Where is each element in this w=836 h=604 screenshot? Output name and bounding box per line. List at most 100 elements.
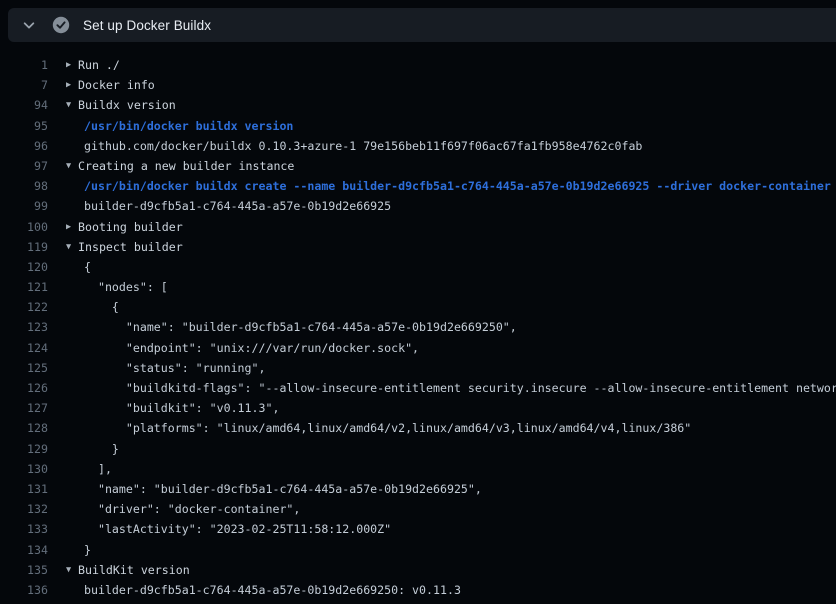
- line-number[interactable]: 131: [0, 479, 48, 499]
- log-line-text: Creating a new builder instance: [78, 156, 294, 176]
- log-line[interactable]: 96 github.com/docker/buildx 0.10.3+azure…: [0, 136, 836, 156]
- indent-spacer: [66, 277, 84, 297]
- line-number[interactable]: 94: [0, 95, 48, 115]
- line-number[interactable]: 7: [0, 75, 48, 95]
- indent-spacer: [66, 519, 84, 539]
- log-line[interactable]: 123 "name": "builder-d9cfb5a1-c764-445a-…: [0, 317, 836, 337]
- line-number[interactable]: 96: [0, 136, 48, 156]
- log-line-text: Inspect builder: [78, 237, 183, 257]
- log-line[interactable]: 99 builder-d9cfb5a1-c764-445a-a57e-0b19d…: [0, 196, 836, 216]
- line-number[interactable]: 123: [0, 317, 48, 337]
- group-toggle-icon[interactable]: ▼: [66, 156, 78, 176]
- log-line-text: github.com/docker/buildx 0.10.3+azure-1 …: [84, 136, 642, 156]
- log-line[interactable]: 121 "nodes": [: [0, 277, 836, 297]
- log-line-text: "lastActivity": "2023-02-25T11:58:12.000…: [84, 519, 391, 539]
- log-line-text: "status": "running",: [84, 358, 265, 378]
- indent-spacer: [66, 580, 84, 600]
- log-line[interactable]: 124 "endpoint": "unix:///var/run/docker.…: [0, 338, 836, 358]
- log-line[interactable]: 134 }: [0, 540, 836, 560]
- indent-spacer: [66, 398, 84, 418]
- line-number[interactable]: 136: [0, 580, 48, 600]
- log-line-text: builder-d9cfb5a1-c764-445a-a57e-0b19d2e6…: [84, 580, 461, 600]
- indent-spacer: [66, 176, 84, 196]
- log-line-text: "buildkitd-flags": "--allow-insecure-ent…: [84, 378, 836, 398]
- log-line-text: "name": "builder-d9cfb5a1-c764-445a-a57e…: [84, 479, 482, 499]
- line-number[interactable]: 132: [0, 499, 48, 519]
- log-line-text: Docker info: [78, 75, 155, 95]
- line-number[interactable]: 1: [0, 55, 48, 75]
- line-number[interactable]: 135: [0, 560, 48, 580]
- group-toggle-icon[interactable]: ▶: [66, 75, 78, 95]
- log-line[interactable]: 7 ▶ Docker info: [0, 75, 836, 95]
- line-number[interactable]: 129: [0, 439, 48, 459]
- log-line[interactable]: 131 "name": "builder-d9cfb5a1-c764-445a-…: [0, 479, 836, 499]
- line-number[interactable]: 119: [0, 237, 48, 257]
- line-number[interactable]: 134: [0, 540, 48, 560]
- log-line[interactable]: 125 "status": "running",: [0, 358, 836, 378]
- log-line[interactable]: 132 "driver": "docker-container",: [0, 499, 836, 519]
- line-number[interactable]: 97: [0, 156, 48, 176]
- log-line[interactable]: 122 {: [0, 297, 836, 317]
- log-line-text: {: [84, 257, 91, 277]
- log-line-text: "buildkit": "v0.11.3",: [84, 398, 279, 418]
- log-line-text: Buildx version: [78, 95, 176, 115]
- log-line[interactable]: 129 }: [0, 439, 836, 459]
- log-line[interactable]: 135 ▼ BuildKit version: [0, 560, 836, 580]
- step-header[interactable]: Set up Docker Buildx: [8, 8, 836, 42]
- line-number[interactable]: 100: [0, 217, 48, 237]
- log-line[interactable]: 126 "buildkitd-flags": "--allow-insecure…: [0, 378, 836, 398]
- line-number[interactable]: 126: [0, 378, 48, 398]
- indent-spacer: [66, 540, 84, 560]
- log-line[interactable]: 98 /usr/bin/docker buildx create --name …: [0, 176, 836, 196]
- line-number[interactable]: 95: [0, 116, 48, 136]
- log-line[interactable]: 136 builder-d9cfb5a1-c764-445a-a57e-0b19…: [0, 580, 836, 600]
- log-line[interactable]: 97 ▼ Creating a new builder instance: [0, 156, 836, 176]
- log-line[interactable]: 100 ▶ Booting builder: [0, 217, 836, 237]
- line-number[interactable]: 122: [0, 297, 48, 317]
- log-line-text: }: [84, 540, 91, 560]
- log-line-text: BuildKit version: [78, 560, 190, 580]
- indent-spacer: [66, 358, 84, 378]
- group-toggle-icon[interactable]: ▶: [66, 217, 78, 237]
- indent-spacer: [66, 136, 84, 156]
- line-number[interactable]: 124: [0, 338, 48, 358]
- log-line[interactable]: 119 ▼ Inspect builder: [0, 237, 836, 257]
- indent-spacer: [66, 418, 84, 438]
- group-toggle-icon[interactable]: ▼: [66, 237, 78, 257]
- group-toggle-icon[interactable]: ▼: [66, 560, 78, 580]
- group-toggle-icon[interactable]: ▶: [66, 55, 78, 75]
- line-number[interactable]: 133: [0, 519, 48, 539]
- log-line[interactable]: 120 {: [0, 257, 836, 277]
- indent-spacer: [66, 499, 84, 519]
- line-number[interactable]: 128: [0, 418, 48, 438]
- log-line[interactable]: 133 "lastActivity": "2023-02-25T11:58:12…: [0, 519, 836, 539]
- log-line[interactable]: 94 ▼ Buildx version: [0, 95, 836, 115]
- log-line-text: "platforms": "linux/amd64,linux/amd64/v2…: [84, 418, 691, 438]
- step-title: Set up Docker Buildx: [83, 18, 211, 33]
- log-line-text: {: [84, 297, 119, 317]
- line-number[interactable]: 98: [0, 176, 48, 196]
- log-line[interactable]: 127 "buildkit": "v0.11.3",: [0, 398, 836, 418]
- log-line-text: /usr/bin/docker buildx version: [84, 116, 293, 136]
- line-number[interactable]: 120: [0, 257, 48, 277]
- line-number[interactable]: 121: [0, 277, 48, 297]
- log-line-text: }: [84, 439, 119, 459]
- log-line[interactable]: 95 /usr/bin/docker buildx version: [0, 116, 836, 136]
- indent-spacer: [66, 439, 84, 459]
- log-line-text: /usr/bin/docker buildx create --name bui…: [84, 176, 831, 196]
- log-line[interactable]: 130 ],: [0, 459, 836, 479]
- log-line-text: Run ./: [78, 55, 120, 75]
- line-number[interactable]: 125: [0, 358, 48, 378]
- group-toggle-icon[interactable]: ▼: [66, 95, 78, 115]
- log-line[interactable]: 1 ▶ Run ./: [0, 55, 836, 75]
- log-line-text: "name": "builder-d9cfb5a1-c764-445a-a57e…: [84, 317, 517, 337]
- line-number[interactable]: 130: [0, 459, 48, 479]
- line-number[interactable]: 99: [0, 196, 48, 216]
- log-line-text: builder-d9cfb5a1-c764-445a-a57e-0b19d2e6…: [84, 196, 391, 216]
- indent-spacer: [66, 479, 84, 499]
- line-number[interactable]: 127: [0, 398, 48, 418]
- indent-spacer: [66, 317, 84, 337]
- chevron-down-icon[interactable]: [21, 17, 37, 33]
- indent-spacer: [66, 378, 84, 398]
- log-line[interactable]: 128 "platforms": "linux/amd64,linux/amd6…: [0, 418, 836, 438]
